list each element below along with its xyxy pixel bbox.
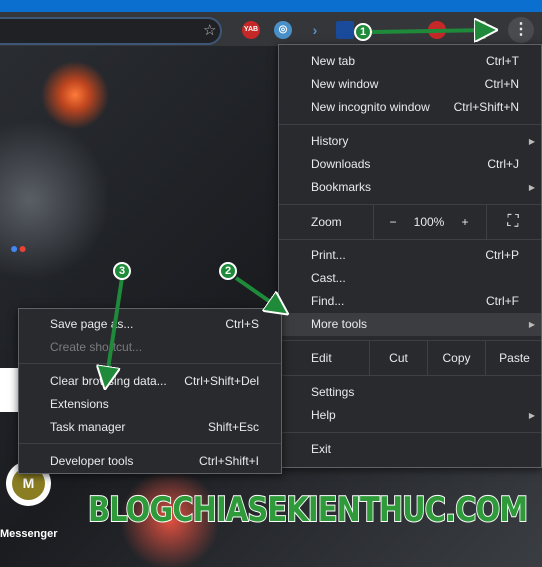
green-extension-icon[interactable] [474,21,486,39]
divider [19,443,281,444]
shortcut-label[interactable]: Messenger [0,528,57,540]
menu-cast[interactable]: Cast... [279,267,541,290]
menu-clear-browsing-data[interactable]: Clear browsing data... Ctrl+Shift+Del [19,370,281,393]
menu-task-manager[interactable]: Task manager Shift+Esc [19,416,281,439]
menu-find[interactable]: Find... Ctrl+F [279,290,541,313]
window-title-bar [0,0,542,12]
menu-save-page[interactable]: Save page as... Ctrl+S [19,313,281,336]
menu-downloads[interactable]: Downloads Ctrl+J [279,153,541,176]
paste-button[interactable]: Paste [486,341,542,375]
apps-icon[interactable]: ●● [10,240,27,256]
yab-extension-icon[interactable]: YAB [242,21,260,39]
zoom-row: Zoom − 100% + ⛶ [279,205,541,239]
watermark: BLOGCHIASEKIENTHUC.COM [87,489,529,531]
chevron-right-icon: ▶ [528,183,535,192]
search-box[interactable] [0,368,20,412]
fullscreen-icon[interactable]: ⛶ [501,205,525,239]
zoom-label: Zoom [311,215,342,229]
chevron-right-icon: ▶ [528,137,535,146]
menu-print[interactable]: Print... Ctrl+P [279,244,541,267]
zoom-in-button[interactable]: + [455,205,475,239]
chevron-right-icon: ▶ [528,320,535,329]
menu-settings[interactable]: Settings [279,381,541,404]
step-badge-2: 2 [219,262,237,280]
menu-bookmarks[interactable]: Bookmarks ▶ [279,176,541,199]
divider [279,239,541,240]
arrow-2 [234,276,282,310]
zoom-value: 100% [413,215,445,229]
step-badge-3: 3 [113,262,131,280]
address-bar[interactable] [0,17,222,45]
arrow-extension-icon[interactable]: › [306,21,324,39]
menu-more-tools[interactable]: More tools ▶ [279,313,541,336]
menu-developer-tools[interactable]: Developer tools Ctrl+Shift+I [19,450,281,473]
menu-new-incognito[interactable]: New incognito window Ctrl+Shift+N [279,96,541,119]
menu-new-window[interactable]: New window Ctrl+N [279,73,541,96]
divider [279,124,541,125]
edit-label: Edit [311,351,332,365]
menu-help[interactable]: Help ▶ [279,404,541,427]
j-extension-icon[interactable] [336,21,354,39]
more-tools-submenu: Save page as... Ctrl+S Create shortcut...… [18,308,282,474]
chevron-right-icon: ▶ [528,411,535,420]
divider [279,375,541,376]
menu-extensions[interactable]: Extensions [19,393,281,416]
divider [19,363,281,364]
menu-create-shortcut: Create shortcut... [50,340,143,354]
zoom-out-button[interactable]: − [383,205,403,239]
chrome-main-menu: New tab Ctrl+T New window Ctrl+N New incog… [278,44,542,468]
bookmark-star-icon[interactable]: ☆ [203,21,216,39]
edit-row: Edit Cut Copy Paste [279,341,541,375]
divider [279,432,541,433]
chrome-menu-button[interactable]: ⋮ [508,17,534,43]
search-extension-icon[interactable]: ◎ [274,21,292,39]
step-badge-1: 1 [354,23,372,41]
copy-button[interactable]: Copy [428,341,485,375]
cut-button[interactable]: Cut [370,341,427,375]
menu-history[interactable]: History ▶ [279,130,541,153]
menu-new-tab[interactable]: New tab Ctrl+T [279,50,541,73]
menu-exit[interactable]: Exit [279,438,541,461]
red-extension-icon[interactable] [428,21,446,39]
